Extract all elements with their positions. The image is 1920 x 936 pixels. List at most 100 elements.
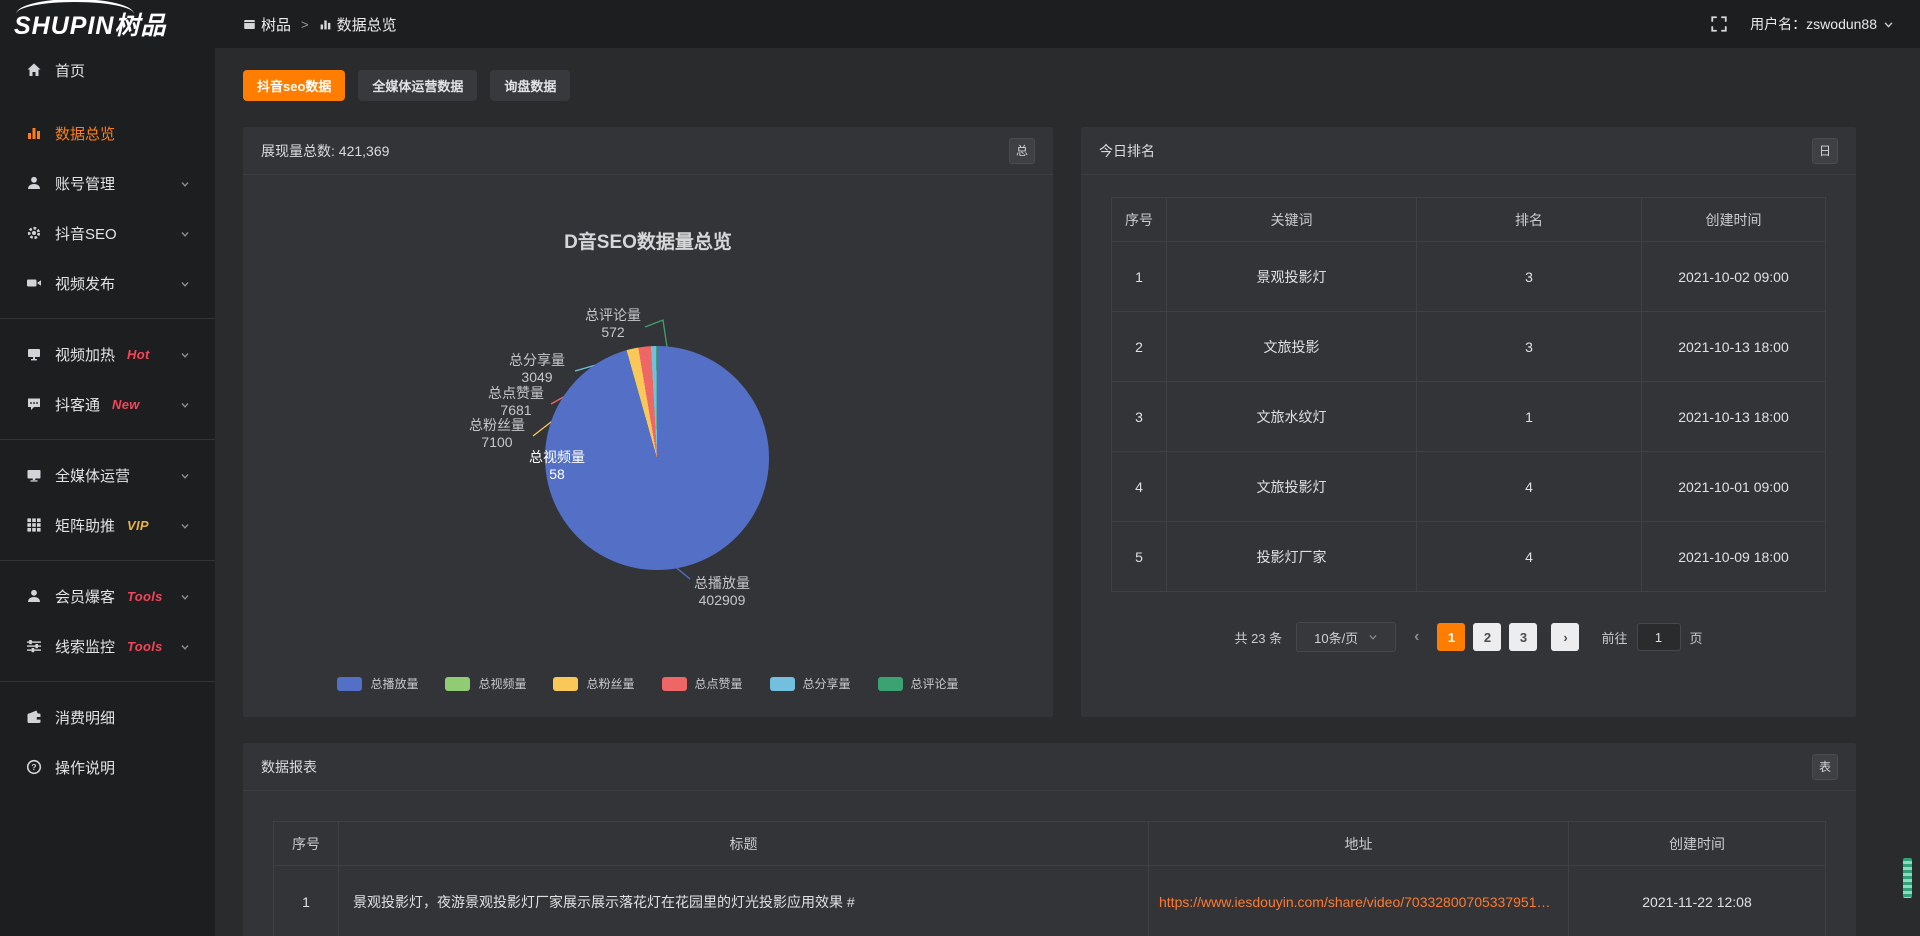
top-header: SHUPIN树品 树品 > 数据总览 用户名：zswodun88: [0, 0, 1920, 48]
sidebar-item-video-publish[interactable]: 视频发布: [0, 258, 215, 308]
col-header-url: 地址: [1149, 822, 1569, 866]
pie-label-likes: 总点赞量7681: [461, 385, 571, 419]
sidebar-item-label: 抖音SEO: [55, 223, 117, 244]
bar-chart-icon: [26, 125, 42, 141]
col-header-index: 序号: [274, 822, 339, 866]
legend-item[interactable]: 总粉丝量: [553, 675, 634, 692]
legend-item[interactable]: 总播放量: [337, 675, 418, 692]
cell-created: 2021-10-13 18:00: [1642, 382, 1826, 452]
cell-keyword: 文旅投影灯: [1167, 452, 1417, 522]
page-number-button[interactable]: 1: [1437, 623, 1465, 651]
chevron-down-icon: [1883, 19, 1894, 30]
sidebar-item-account[interactable]: 账号管理: [0, 158, 215, 208]
report-table-body: 1 景观投影灯，夜游景观投影灯厂家展示展示落花灯在花园里的灯光投影应用效果 # …: [274, 866, 1826, 936]
seo-overview-panel: 展现量总数: 421,369 总 D音SEO数据量总览 总评论量572: [243, 127, 1053, 717]
goto-label: 前往: [1601, 628, 1627, 647]
ranking-table: 序号 关键词 排名 创建时间 1 景观投影灯 3: [1111, 197, 1826, 592]
cell-created: 2021-10-13 18:00: [1642, 312, 1826, 382]
tools-badge: Tools: [127, 589, 163, 604]
tab-douyin-seo-data[interactable]: 抖音seo数据: [243, 70, 345, 101]
today-ranking-panel: 今日排名 日 序号 关键词 排名 创建时间: [1081, 127, 1856, 717]
prev-page-button[interactable]: ‹: [1410, 628, 1423, 646]
sidebar-item-data-overview[interactable]: 数据总览: [0, 108, 215, 158]
cell-index: 1: [274, 866, 339, 936]
total-mode-button[interactable]: 总: [1009, 138, 1035, 164]
sidebar-item-label: 视频发布: [55, 273, 115, 294]
screen-icon: [26, 346, 42, 362]
legend-item[interactable]: 总评论量: [878, 675, 959, 692]
report-title: 数据报表: [261, 757, 317, 777]
breadcrumb-label: 树品: [261, 14, 291, 35]
col-header-index: 序号: [1112, 198, 1167, 242]
cell-rank: 3: [1417, 242, 1642, 312]
goto-page-input[interactable]: [1637, 623, 1681, 651]
cell-index: 2: [1112, 312, 1167, 382]
pie-label-fans: 总粉丝量7100: [442, 417, 552, 451]
cell-created: 2021-10-01 09:00: [1642, 452, 1826, 522]
sidebar-item-label: 会员爆客: [55, 586, 115, 607]
cell-keyword: 投影灯厂家: [1167, 522, 1417, 592]
pie-chart-area: D音SEO数据量总览 总评论量572 总分享量3049: [243, 175, 1053, 716]
ranking-title: 今日排名: [1099, 141, 1155, 161]
chevron-down-icon: [179, 469, 191, 481]
user-icon: [26, 175, 42, 191]
total-count-label: 共 23 条: [1234, 628, 1282, 647]
day-mode-button[interactable]: 日: [1812, 138, 1838, 164]
sidebar-item-home[interactable]: 首页: [0, 48, 215, 92]
sidebar-item-lead-monitor[interactable]: 线索监控 Tools: [0, 621, 215, 671]
legend-swatch: [445, 677, 470, 691]
sidebar-item-media-operation[interactable]: 全媒体运营: [0, 450, 215, 500]
cell-url: https://www.iesdouyin.com/share/video/70…: [1149, 866, 1569, 936]
sidebar-item-consumption-detail[interactable]: 消费明细: [0, 692, 215, 742]
breadcrumb-item-current[interactable]: 数据总览: [319, 14, 397, 35]
question-icon: ?: [26, 759, 42, 775]
table-row: 2 文旅投影 3 2021-10-13 18:00: [1112, 312, 1826, 382]
cell-keyword: 文旅投影: [1167, 312, 1417, 382]
chart-title: D音SEO数据量总览: [243, 227, 1053, 254]
cell-keyword: 文旅水纹灯: [1167, 382, 1417, 452]
breadcrumb-item-home[interactable]: 树品: [243, 14, 291, 35]
legend-swatch: [337, 677, 362, 691]
legend-item[interactable]: 总视频量: [445, 675, 526, 692]
sidebar-item-member-baoke[interactable]: 会员爆客 Tools: [0, 571, 215, 621]
goto-suffix-label: 页: [1690, 628, 1703, 647]
sidebar-item-instructions[interactable]: ? 操作说明: [0, 742, 215, 792]
user-menu[interactable]: 用户名：zswodun88: [1750, 14, 1894, 34]
next-page-button[interactable]: ›: [1551, 623, 1579, 651]
sidebar-item-matrix-boost[interactable]: 矩阵助推 VIP: [0, 500, 215, 550]
bar-chart-icon: [319, 18, 332, 31]
cell-created: 2021-11-22 12:08: [1569, 866, 1826, 936]
video-link[interactable]: https://www.iesdouyin.com/share/video/70…: [1149, 866, 1568, 936]
col-header-created: 创建时间: [1642, 198, 1826, 242]
app-root: SHUPIN树品 树品 > 数据总览 用户名：zswodun88: [0, 0, 1920, 936]
gear-icon: [26, 225, 42, 241]
table-row: 1 景观投影灯，夜游景观投影灯厂家展示展示落花灯在花园里的灯光投影应用效果 # …: [274, 866, 1826, 936]
page-number-button[interactable]: 3: [1509, 623, 1537, 651]
sliders-icon: [26, 638, 42, 654]
home-icon: [26, 62, 42, 78]
tab-media-operation-data[interactable]: 全媒体运营数据: [358, 70, 477, 101]
impressions-total-label: 展现量总数: 421,369: [261, 141, 389, 161]
legend-item[interactable]: 总点赞量: [662, 675, 743, 692]
sidebar-item-douyin-seo[interactable]: 抖音SEO: [0, 208, 215, 258]
seo-panel-header: 展现量总数: 421,369 总: [243, 127, 1053, 175]
chevron-down-icon: [1368, 632, 1378, 642]
sidebar-item-douketong[interactable]: 抖客通 New: [0, 379, 215, 429]
fullscreen-icon[interactable]: [1710, 15, 1728, 33]
table-mode-button[interactable]: 表: [1812, 754, 1838, 780]
vip-badge: VIP: [127, 518, 149, 533]
legend-item[interactable]: 总分享量: [770, 675, 851, 692]
wallet-icon: [26, 709, 42, 725]
scrollbar-thumb[interactable]: [1903, 858, 1912, 898]
sidebar-item-label: 抖客通: [55, 394, 100, 415]
sidebar-item-label: 视频加热: [55, 344, 115, 365]
page-number-button[interactable]: 2: [1473, 623, 1501, 651]
tab-inquiry-data[interactable]: 询盘数据: [490, 70, 570, 101]
sidebar-divider: [0, 318, 215, 319]
ranking-table-header: 序号 关键词 排名 创建时间: [1112, 198, 1826, 242]
sidebar-item-video-heat[interactable]: 视频加热 Hot: [0, 329, 215, 379]
chevron-down-icon: [179, 640, 191, 652]
cell-index: 3: [1112, 382, 1167, 452]
legend-swatch: [662, 677, 687, 691]
page-size-select[interactable]: 10条/页: [1296, 622, 1396, 652]
